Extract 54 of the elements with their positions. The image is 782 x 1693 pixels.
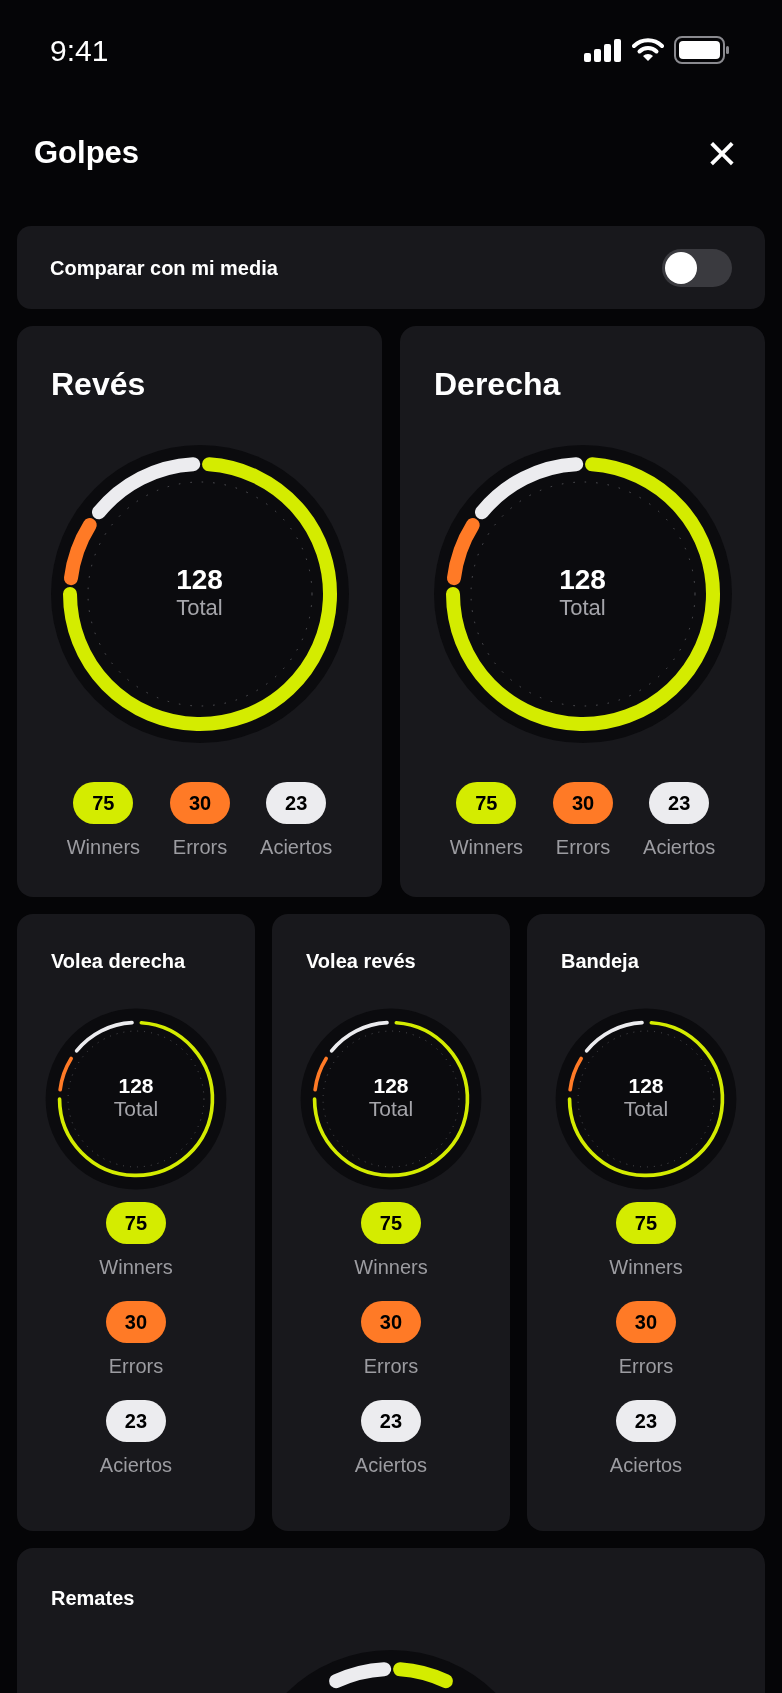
stat-label: Aciertos [260,835,333,860]
count-badge: 75 [361,1202,421,1244]
stat-label: Aciertos [354,1453,428,1478]
stat-label: Errors [108,1354,164,1379]
card-title: Volea revés [305,949,416,974]
stat-label: Aciertos [99,1453,173,1478]
card-title: Derecha [433,365,561,404]
total-value: 128 [373,1075,409,1097]
total-value: 128 [559,566,606,595]
count-badge: 75 [106,1202,166,1244]
toggle-label: Comparar con mi media [50,255,278,281]
stat-label: Winners [609,1255,683,1280]
page-title: Golpes [34,133,140,172]
stat-label: Errors [172,835,228,860]
total-label: Total [176,594,223,622]
signal-icon [584,38,622,62]
stat-label: Errors [555,835,611,860]
card-title: Bandeja [560,949,639,974]
count-badge: 30 [616,1301,676,1343]
total-label: Total [559,594,606,622]
stat-label: Errors [363,1354,419,1379]
card-title: Revés [50,365,146,404]
count-badge: 75 [616,1202,676,1244]
count-badge: 23 [361,1400,421,1442]
count-badge: 30 [553,782,614,824]
stat-label: Errors [618,1354,674,1379]
count-badge: 23 [106,1400,166,1442]
count-badge: 23 [649,782,710,824]
compare-toggle[interactable] [662,248,732,287]
count-badge: 23 [266,782,327,824]
stat-label: Winners [66,835,141,860]
wifi-icon [632,38,664,62]
count-badge: 23 [616,1400,676,1442]
total-label: Total [368,1096,414,1123]
status-time: 9:41 [50,32,109,69]
close-button[interactable]: × [702,133,742,173]
stat-label: Aciertos [643,835,716,860]
stat-label: Winners [354,1255,428,1280]
total-value: 128 [628,1075,664,1097]
count-badge: 75 [73,782,134,824]
card-title: Volea derecha [50,949,186,974]
total-label: Total [113,1096,159,1123]
card-title: Remates [50,1586,135,1611]
stat-label: Winners [99,1255,173,1280]
battery-icon [674,36,730,64]
total-value: 128 [118,1075,154,1097]
count-badge: 75 [456,782,517,824]
stat-label: Aciertos [609,1453,683,1478]
count-badge: 30 [361,1301,421,1343]
count-badge: 30 [170,782,231,824]
stat-label: Winners [449,835,524,860]
count-badge: 30 [106,1301,166,1343]
total-value: 128 [176,566,223,595]
total-label: Total [623,1096,669,1123]
